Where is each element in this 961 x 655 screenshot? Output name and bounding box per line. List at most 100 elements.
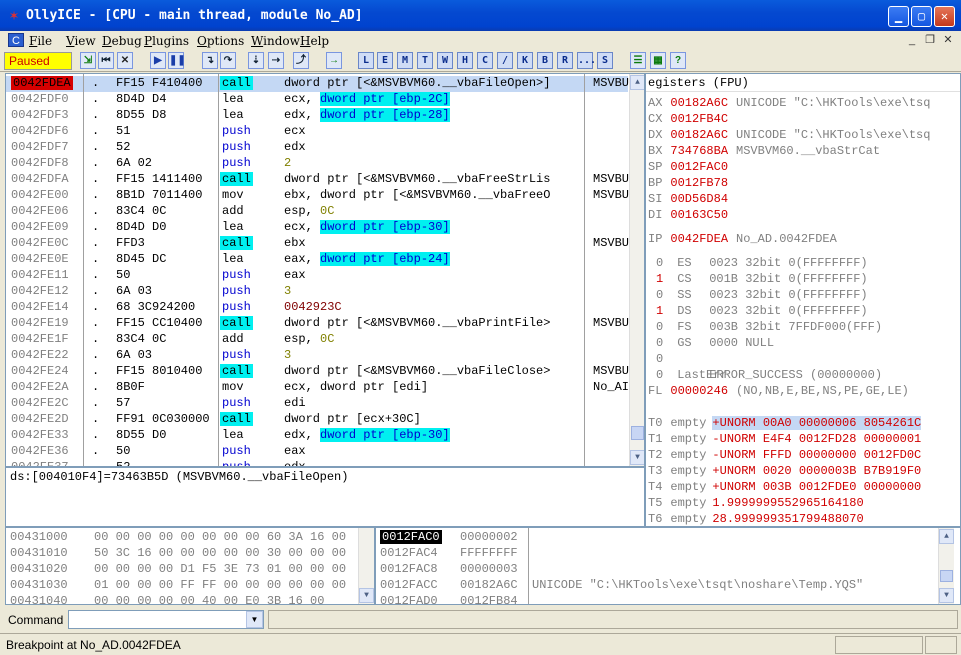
windows-window-button[interactable]: W — [437, 52, 453, 69]
disasm-row[interactable]: 0042FE06. 83C4 0C add esp, 0C — [6, 204, 628, 220]
menu-view[interactable]: View — [66, 34, 96, 48]
register-row[interactable]: BP 0012FB78 — [648, 176, 736, 192]
register-row[interactable]: T5 empty 1.9999999552965164180 — [648, 496, 864, 512]
disasm-row[interactable]: 0042FE14. 68 3C924200 push 0042923C — [6, 300, 628, 316]
scroll-thumb[interactable] — [940, 570, 953, 582]
references-window-button[interactable]: R — [557, 52, 573, 69]
disassembly-pane[interactable]: 0042FDEA. FF15 F410400 call dword ptr [<&MS… — [5, 73, 645, 467]
register-value[interactable]: 00D56D84 — [670, 192, 728, 206]
stack-row[interactable]: 0012FAD0 0012FB84 — [376, 594, 936, 604]
register-row[interactable]: SI 00D56D84 — [648, 192, 736, 208]
run-trace-button[interactable]: ... — [577, 52, 596, 69]
cpu-window-button[interactable]: C — [477, 52, 493, 69]
menu-window[interactable]: Window — [251, 34, 300, 48]
pause-icon[interactable]: ❚❚ — [168, 52, 186, 69]
mdi-minimize-icon[interactable]: _ — [904, 33, 920, 47]
menu-help[interactable]: Help — [300, 34, 329, 48]
disasm-row[interactable]: 0042FE0C. FFD3 call ebx MSVBU — [6, 236, 629, 252]
run-icon[interactable]: ▶ — [150, 52, 166, 69]
register-row[interactable]: BX 734768BA MSVBVM60.__vbaStrCat — [648, 144, 880, 160]
scroll-thumb[interactable] — [631, 426, 644, 440]
flag-bit[interactable]: 0 — [656, 320, 663, 334]
mdi-close-icon[interactable]: ✕ — [940, 33, 956, 47]
execute-till-return-icon[interactable]: ⤴ — [293, 52, 309, 69]
register-row[interactable]: 0 LastErrERROR_SUCCESS (00000000) — [648, 368, 882, 384]
help-icon[interactable]: ? — [670, 52, 686, 69]
stack-row[interactable]: 0012FACC 00182A6C UNICODE "C:\HKTools\exe\… — [376, 578, 936, 594]
maximize-button[interactable]: ▢ — [911, 6, 932, 27]
list-icon[interactable]: ☰ — [630, 52, 646, 69]
register-value[interactable]: 734768BA — [670, 144, 728, 158]
hex-dump-pane[interactable]: 00431000 00 00 00 00 00 00 00 00 60 3A 16… — [5, 527, 375, 605]
disasm-row[interactable]: 0042FE19. FF15 CC10400 call dword ptr [<&MS… — [6, 316, 629, 332]
flag-bit[interactable]: 1 — [656, 272, 663, 286]
register-row[interactable]: IP 0042FDEA No_AD.0042FDEA — [648, 232, 837, 248]
register-row[interactable]: 0 FS 003B 32bit 7FFDF000(FFF) — [648, 320, 882, 336]
disasm-row[interactable]: 0042FDF0. 8D4D D4 lea ecx, dword ptr [ebp-2… — [6, 92, 628, 108]
register-row[interactable]: CX 0012FB4C — [648, 112, 736, 128]
close-button[interactable]: ✕ — [934, 6, 955, 27]
disasm-row[interactable]: 0042FE37. 52 push edx — [6, 460, 628, 466]
flag-bit[interactable]: 0 — [656, 368, 663, 382]
flags-value[interactable]: 00000246 — [670, 384, 728, 398]
register-row[interactable]: DI 00163C50 — [648, 208, 736, 224]
register-row[interactable]: 0 ES 0023 32bit 0(FFFFFFFF) — [648, 256, 868, 272]
command-input[interactable] — [68, 610, 264, 629]
fpu-register-value[interactable]: 28.999999351799488070 — [712, 512, 863, 526]
dump-scrollbar[interactable]: ▼ — [358, 528, 374, 604]
stack-row[interactable]: 0012FAC4 FFFFFFFF — [376, 546, 936, 562]
trace-over-icon[interactable]: ⇢ — [268, 52, 284, 69]
registers-header[interactable]: egisters (FPU) — [646, 76, 960, 92]
register-value[interactable]: 0012FAC0 — [670, 160, 728, 174]
fpu-register-value[interactable]: +UNORM 0020 0000003B B7B919F0 — [712, 464, 921, 478]
minimize-button[interactable]: ▁ — [888, 6, 909, 27]
threads-window-button[interactable]: T — [417, 52, 433, 69]
disasm-row[interactable]: 0042FE2A. 8B0F mov ecx, dword ptr [edi] No_A… — [6, 380, 629, 396]
stack-row[interactable]: 0012FAC0 00000002 — [376, 530, 936, 546]
handles-window-button[interactable]: H — [457, 52, 473, 69]
register-value[interactable]: 0012FB4C — [670, 112, 728, 126]
fpu-register-value[interactable]: +UNORM 00A0 00000006 8054261C — [712, 416, 922, 430]
disassembly-scrollbar[interactable]: ▲ ▼ — [629, 74, 644, 466]
scroll-down-icon[interactable]: ▼ — [939, 588, 954, 603]
flag-bit[interactable]: 0 — [656, 288, 663, 302]
stack-row[interactable]: 0012FAC8 00000003 — [376, 562, 936, 578]
scroll-up-icon[interactable]: ▲ — [630, 75, 644, 90]
register-value[interactable]: 00163C50 — [670, 208, 728, 222]
flag-bit[interactable]: 1 — [656, 304, 663, 318]
fpu-register-value[interactable]: +UNORM 003B 0012FDE0 00000000 — [712, 480, 921, 494]
disasm-row[interactable]: 0042FDF7. 52 push edx — [6, 140, 628, 156]
column-divider[interactable] — [528, 528, 529, 604]
menu-options[interactable]: Options — [197, 34, 244, 48]
chevron-down-icon[interactable]: ▼ — [246, 611, 263, 628]
log-window-button[interactable]: L — [358, 52, 374, 69]
register-row[interactable]: T0 empty +UNORM 00A0 00000006 8054261C — [648, 416, 922, 432]
register-row[interactable]: FL 00000246 (NO,NB,E,BE,NS,PE,GE,LE) — [648, 384, 909, 400]
disasm-row[interactable]: 0042FE12. 6A 03 push 3 — [6, 284, 628, 300]
disasm-row[interactable]: 0042FE2D. FF91 0C030000 call dword ptr [ecx… — [6, 412, 628, 428]
disasm-row[interactable]: 0042FDF8. 6A 02 push 2 — [6, 156, 628, 172]
register-row[interactable]: T4 empty +UNORM 003B 0012FDE0 00000000 — [648, 480, 921, 496]
menu-debug[interactable]: Debug — [102, 34, 142, 48]
register-value[interactable]: 00182A6C — [670, 96, 728, 110]
disasm-row[interactable]: 0042FDF3. 8D55 D8 lea edx, dword ptr [ebp-2… — [6, 108, 628, 124]
disasm-row[interactable]: 0042FE24. FF15 8010400 call dword ptr [<&MS… — [6, 364, 629, 380]
flag-bit[interactable]: 0 — [656, 352, 663, 366]
register-row[interactable]: 0 GS 0000 NULL — [648, 336, 774, 352]
register-row[interactable]: 0 — [648, 352, 709, 368]
scroll-down-icon[interactable]: ▼ — [630, 450, 644, 465]
fpu-register-value[interactable]: -UNORM E4F4 0012FD28 00000001 — [712, 432, 921, 446]
flag-bit[interactable]: 0 — [656, 256, 663, 270]
register-value[interactable]: 0012FB78 — [670, 176, 728, 190]
disasm-row[interactable]: 0042FE11. 50 push eax — [6, 268, 628, 284]
disasm-row[interactable]: 0042FDFA. FF15 1411400 call dword ptr [<&MS… — [6, 172, 629, 188]
registers-pane[interactable]: egisters (FPU) AX 00182A6C UNICODE "C:\HKT… — [645, 73, 961, 527]
disasm-row[interactable]: 0042FE00. 8B1D 7011400 mov ebx, dword ptr [… — [6, 188, 629, 204]
step-over-icon[interactable]: ↷ — [220, 52, 236, 69]
column-divider[interactable] — [83, 74, 84, 466]
mdi-restore-icon[interactable]: ❐ — [922, 33, 938, 47]
register-row[interactable]: T1 empty -UNORM E4F4 0012FD28 00000001 — [648, 432, 921, 448]
open-icon[interactable]: ⇲ — [80, 52, 96, 69]
disasm-row[interactable]: 0042FE2C. 57 push edi — [6, 396, 628, 412]
disasm-row[interactable]: 0042FE1F. 83C4 0C add esp, 0C — [6, 332, 628, 348]
